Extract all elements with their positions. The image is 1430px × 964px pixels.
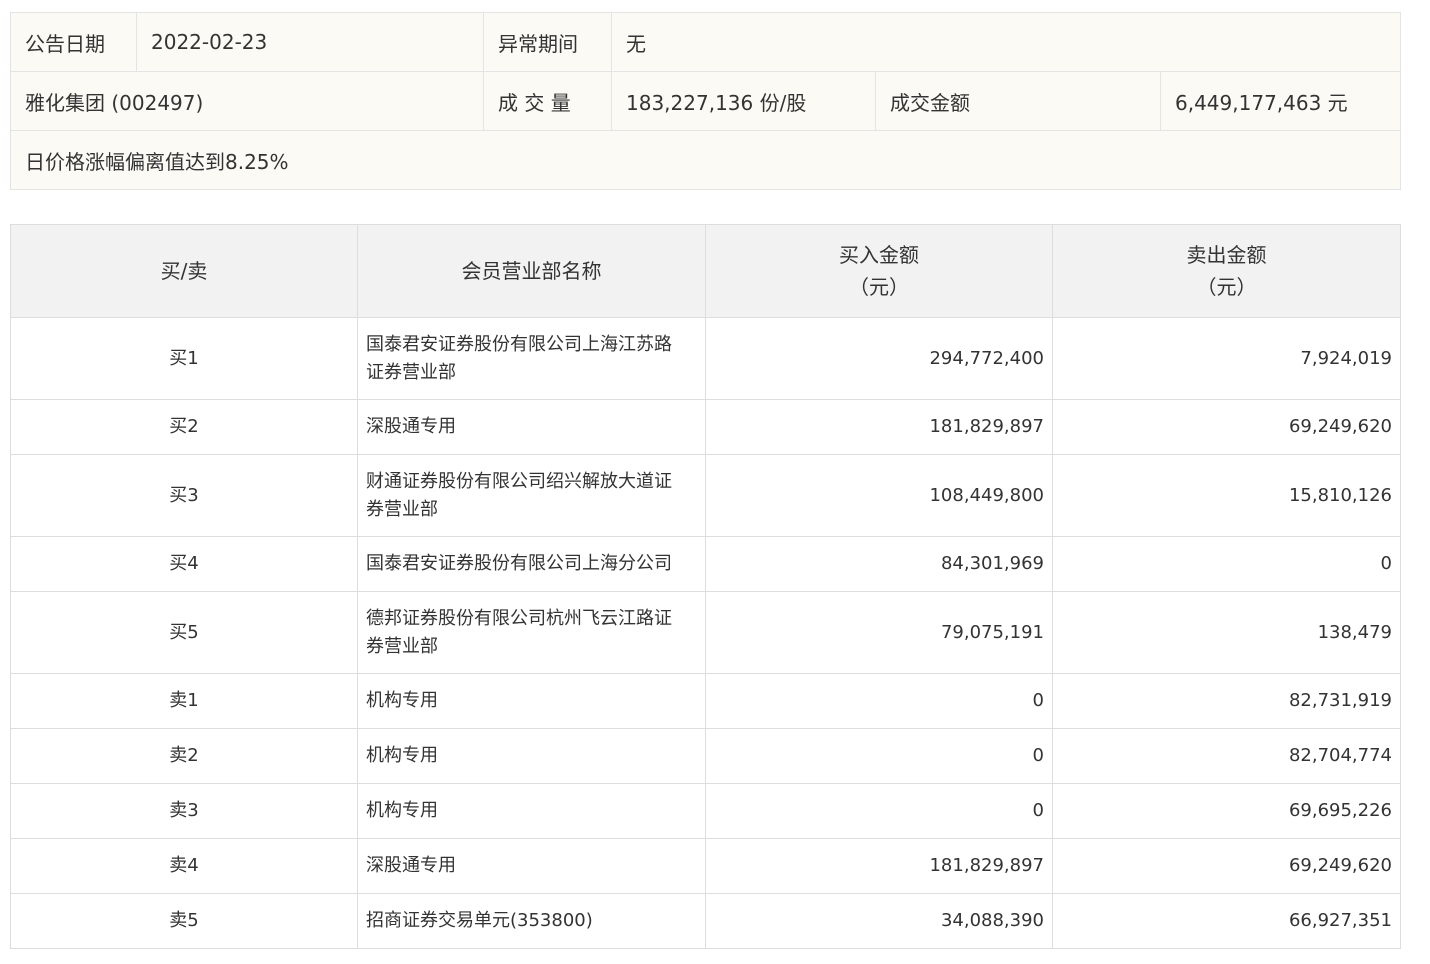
abnormal-period-value: 无 <box>610 12 1402 72</box>
table-row: 买5 德邦证券股份有限公司杭州飞云江路证 券营业部 79,075,191 138… <box>10 591 1401 674</box>
row-side: 卖5 <box>10 893 358 949</box>
table-row: 买2 深股通专用 181,829,897 69,249,620 <box>10 399 1401 455</box>
table-row: 卖4 深股通专用 181,829,897 69,249,620 <box>10 838 1401 894</box>
row-sell-amount: 66,927,351 <box>1052 893 1401 949</box>
header-buy-amount-line1: 买入金额 <box>839 243 919 267</box>
info-row-volume: 雅化集团 (002497) 成 交 量 183,227,136 份/股 成交金额… <box>10 71 1402 131</box>
volume-value: 183,227,136 份/股 <box>611 71 876 131</box>
table-row: 买3 财通证券股份有限公司绍兴解放大道证 券营业部 108,449,800 15… <box>10 454 1401 537</box>
row-sell-amount: 69,695,226 <box>1052 783 1401 839</box>
date-label: 公告日期 <box>10 12 137 72</box>
row-side: 买4 <box>10 536 358 592</box>
table-row: 买4 国泰君安证券股份有限公司上海分公司 84,301,969 0 <box>10 536 1401 592</box>
row-member-name: 财通证券股份有限公司绍兴解放大道证 券营业部 <box>357 454 706 537</box>
header-buy-amount: 买入金额 （元） <box>705 224 1053 318</box>
row-side: 买2 <box>10 399 358 455</box>
row-sell-amount: 69,249,620 <box>1052 838 1401 894</box>
row-sell-amount: 138,479 <box>1052 591 1401 674</box>
row-sell-amount: 82,731,919 <box>1052 673 1401 729</box>
table-row: 卖3 机构专用 0 69,695,226 <box>10 783 1401 839</box>
row-member-name: 国泰君安证券股份有限公司上海江苏路 证券营业部 <box>357 317 706 400</box>
row-buy-amount: 84,301,969 <box>705 536 1053 592</box>
row-side: 卖2 <box>10 728 358 784</box>
row-buy-amount: 181,829,897 <box>705 399 1053 455</box>
row-member-name: 招商证券交易单元(353800) <box>357 893 706 949</box>
row-buy-amount: 0 <box>705 728 1053 784</box>
row-buy-amount: 294,772,400 <box>705 317 1053 400</box>
row-sell-amount: 69,249,620 <box>1052 399 1401 455</box>
row-member-name: 深股通专用 <box>357 399 706 455</box>
table-row: 买1 国泰君安证券股份有限公司上海江苏路 证券营业部 294,772,400 7… <box>10 317 1401 400</box>
stock-name: 雅化集团 (002497) <box>10 71 484 131</box>
row-buy-amount: 181,829,897 <box>705 838 1053 894</box>
info-row-date: 公告日期 2022-02-23 异常期间 无 <box>10 12 1402 72</box>
row-side: 买5 <box>10 591 358 674</box>
row-buy-amount: 0 <box>705 673 1053 729</box>
row-sell-amount: 82,704,774 <box>1052 728 1401 784</box>
table-header-row: 买/卖 会员营业部名称 买入金额 （元） 卖出金额 （元） <box>10 224 1401 318</box>
announcement-info-table: 公告日期 2022-02-23 异常期间 无 雅化集团 (002497) 成 交… <box>9 12 1402 190</box>
row-side: 买3 <box>10 454 358 537</box>
row-side: 卖4 <box>10 838 358 894</box>
header-side: 买/卖 <box>10 224 358 318</box>
row-side: 卖1 <box>10 673 358 729</box>
trading-members-table: 买/卖 会员营业部名称 买入金额 （元） 卖出金额 （元） 买1 国泰君安证券股… <box>10 224 1401 949</box>
amount-value: 6,449,177,463 元 <box>1159 71 1402 131</box>
header-sell-amount-unit: （元） <box>1196 275 1257 299</box>
row-sell-amount: 0 <box>1052 536 1401 592</box>
row-buy-amount: 108,449,800 <box>705 454 1053 537</box>
volume-label: 成 交 量 <box>483 71 612 131</box>
row-buy-amount: 34,088,390 <box>705 893 1053 949</box>
row-member-name: 深股通专用 <box>357 838 706 894</box>
row-buy-amount: 0 <box>705 783 1053 839</box>
row-buy-amount: 79,075,191 <box>705 591 1053 674</box>
date-value: 2022-02-23 <box>136 12 484 72</box>
row-side: 买1 <box>10 317 358 400</box>
row-member-name: 机构专用 <box>357 783 706 839</box>
row-member-name: 国泰君安证券股份有限公司上海分公司 <box>357 536 706 592</box>
header-sell-amount: 卖出金额 （元） <box>1052 224 1401 318</box>
row-member-name: 德邦证券股份有限公司杭州飞云江路证 券营业部 <box>357 591 706 674</box>
table-row: 卖2 机构专用 0 82,704,774 <box>10 728 1401 784</box>
row-sell-amount: 15,810,126 <box>1052 454 1401 537</box>
row-member-name: 机构专用 <box>357 673 706 729</box>
table-row: 卖1 机构专用 0 82,731,919 <box>10 673 1401 729</box>
header-sell-amount-line1: 卖出金额 <box>1186 243 1267 267</box>
amount-label: 成交金额 <box>875 71 1161 131</box>
table-row: 卖5 招商证券交易单元(353800) 34,088,390 66,927,35… <box>10 893 1401 949</box>
header-member-name: 会员营业部名称 <box>357 224 706 318</box>
row-side: 卖3 <box>10 783 358 839</box>
row-sell-amount: 7,924,019 <box>1052 317 1401 400</box>
abnormal-period-label: 异常期间 <box>483 12 612 72</box>
reason-text: 日价格涨幅偏离值达到8.25% <box>9 130 1402 190</box>
info-row-reason: 日价格涨幅偏离值达到8.25% <box>9 130 1402 190</box>
row-member-name: 机构专用 <box>357 728 706 784</box>
header-buy-amount-unit: （元） <box>849 275 909 299</box>
